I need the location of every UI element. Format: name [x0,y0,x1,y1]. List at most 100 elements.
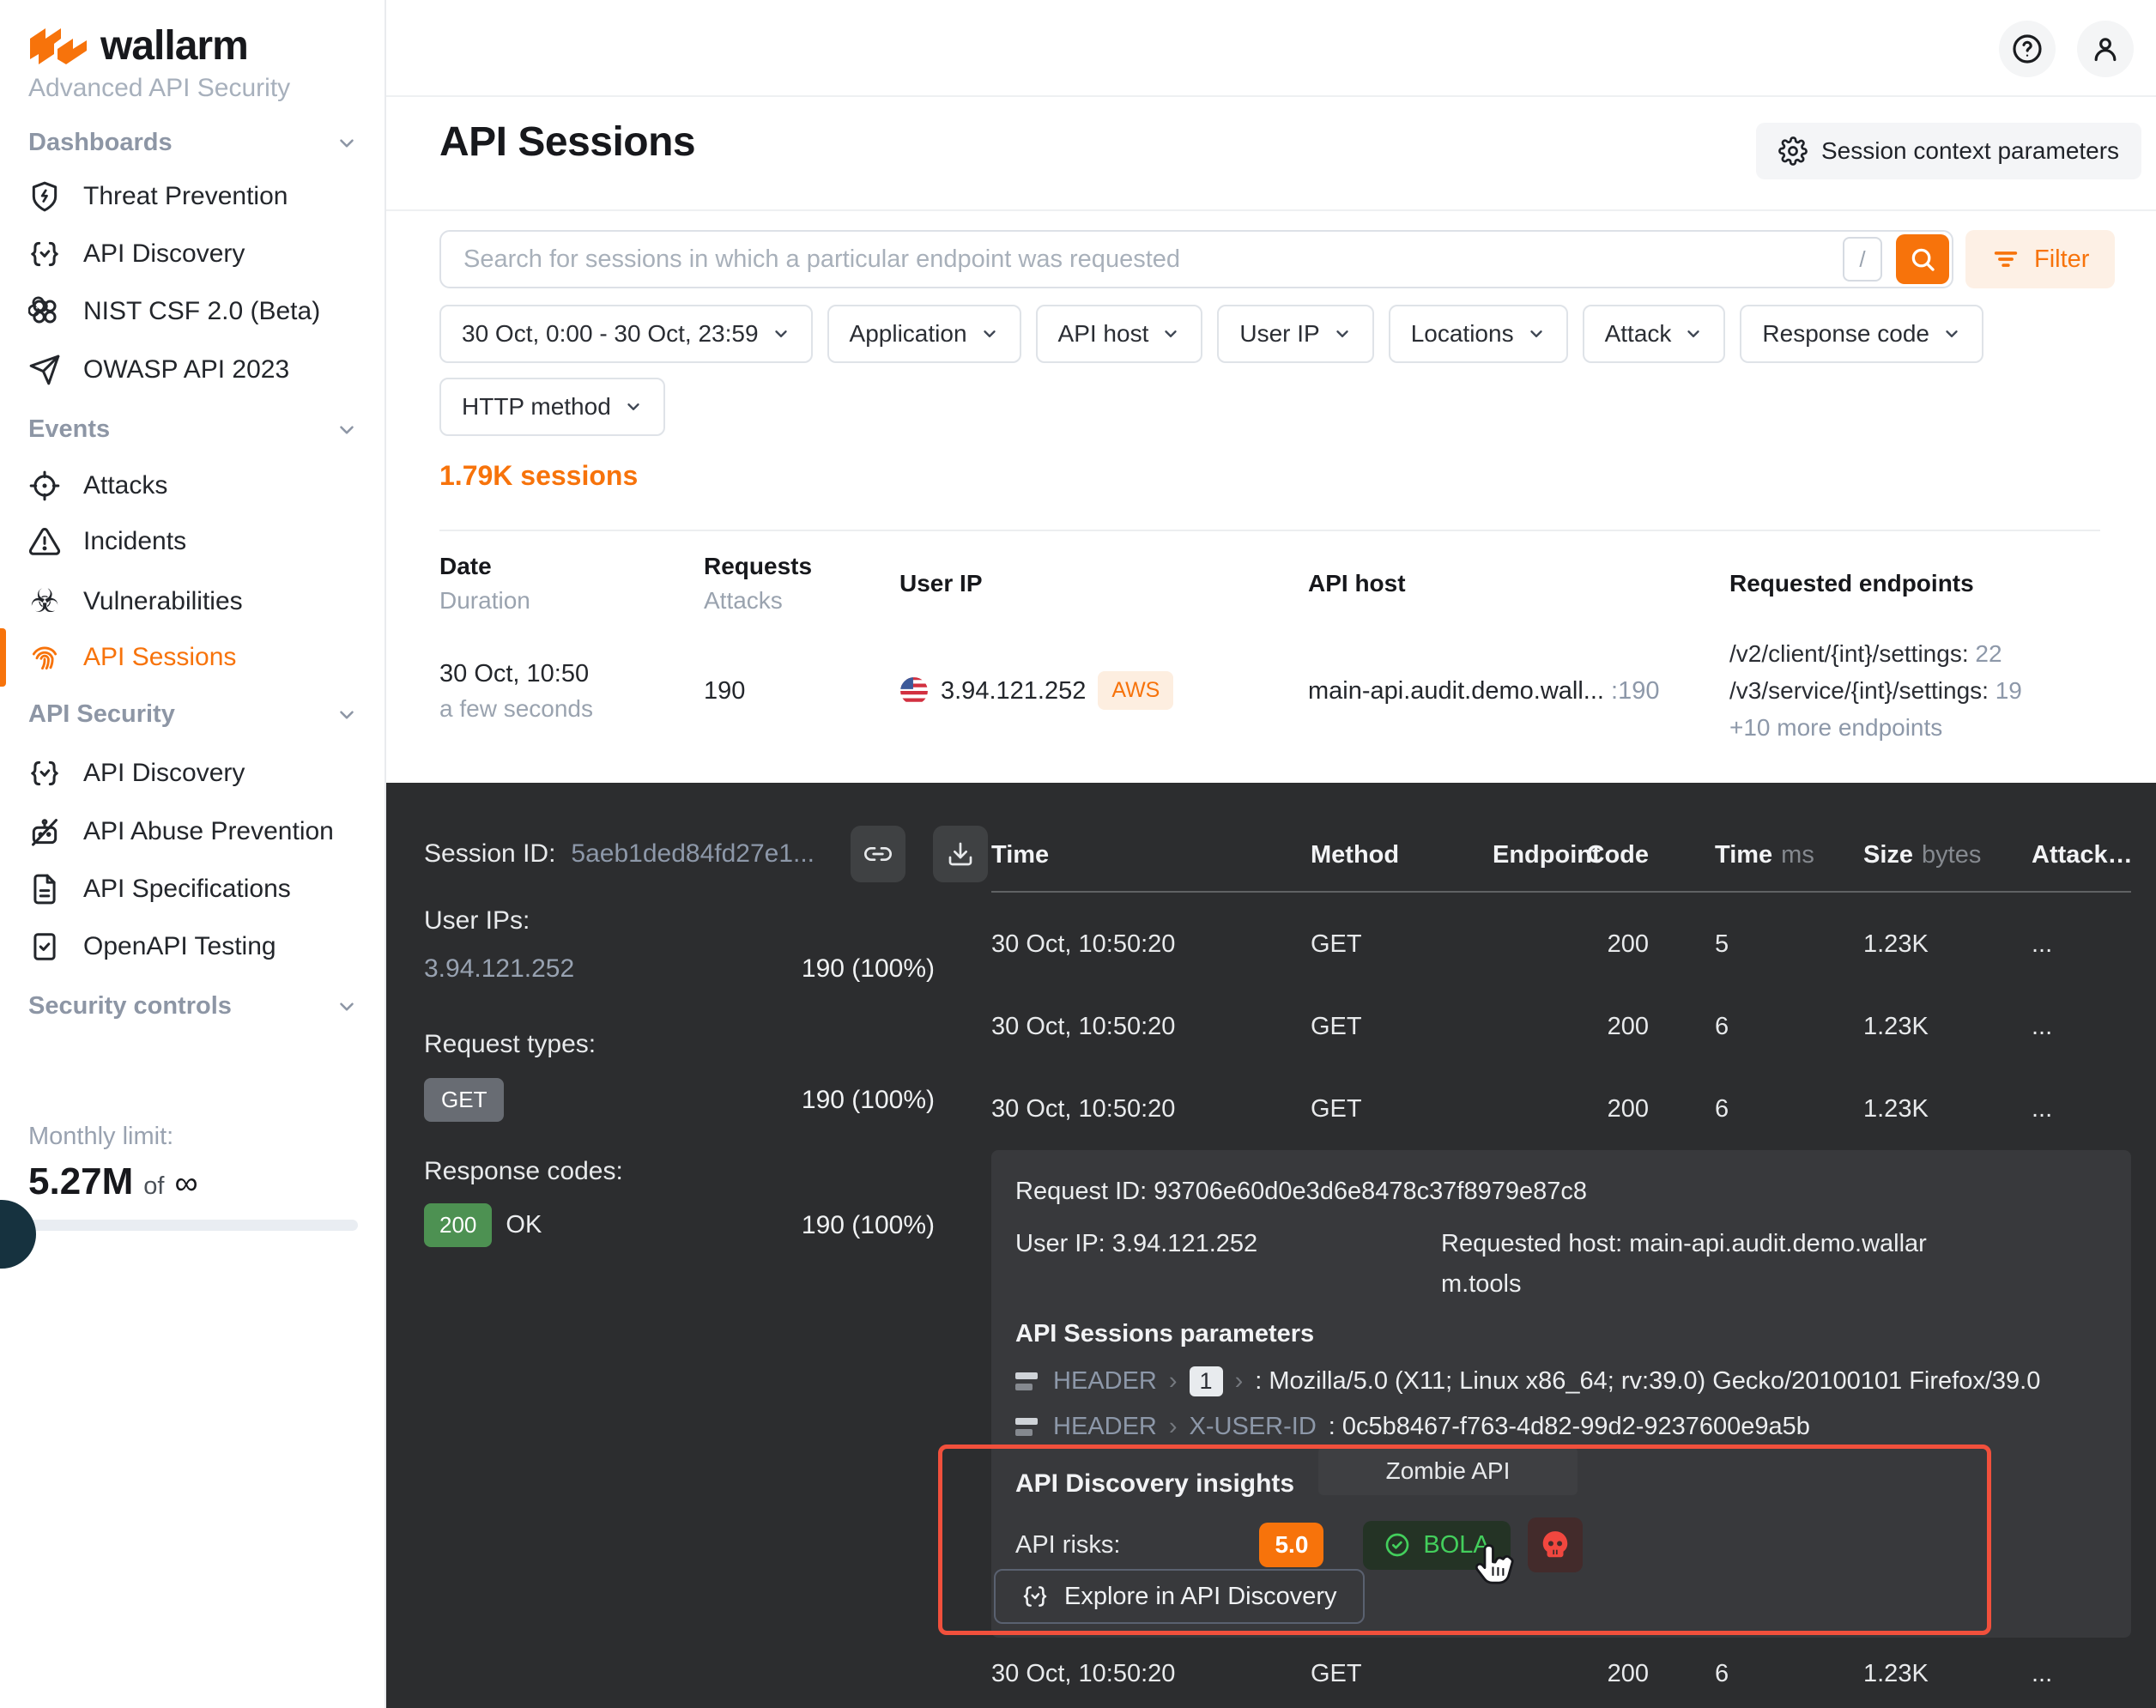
button-label: Explore in API Discovery [1064,1582,1337,1610]
brand-subtitle: Advanced API Security [28,74,291,102]
sidebar-item-label: API Specifications [83,875,291,903]
filter-icon [1991,245,2020,274]
messenger-launcher-partial[interactable] [0,1200,36,1269]
page-title: API Sessions [439,119,696,165]
session-user-ip-cell: 3.94.121.252 AWS [899,671,1308,710]
filter-chips-row-1: 30 Oct, 0:00 - 30 Oct, 23:59 Application… [439,305,1983,363]
monthly-limit-value: 5.27M of ∞ [28,1160,198,1202]
api-sessions-parameters-title: API Sessions parameters [1015,1320,1315,1348]
help-button[interactable] [1999,21,2056,77]
request-row[interactable]: 30 Oct, 10:50:20 GET 200 6 1.23K ... [991,1013,2131,1041]
sidebar-item-api-discovery-2[interactable]: API Discovery [28,748,245,798]
col-method: Method [1311,841,1400,869]
monthly-limit-progressbar [28,1220,358,1231]
us-flag-icon [899,676,929,706]
column-date[interactable]: Date Duration [439,549,704,618]
question-circle-icon [2010,32,2044,66]
filter-chip-api-host[interactable]: API host [1035,305,1203,363]
sidebar-item-label: API Sessions [83,643,237,671]
filter-chip-user-ip[interactable]: User IP [1217,305,1374,363]
filter-chip-http-method[interactable]: HTTP method [439,378,665,436]
sidebar-item-label: OWASP API 2023 [83,355,290,384]
braces-check-icon [28,238,61,270]
filter-chip-attack[interactable]: Attack [1582,305,1726,363]
user-ip-stat: 190 (100%) [801,954,935,983]
sidebar-item-nist-csf[interactable]: NIST CSF 2.0 (Beta) [28,287,320,336]
session-context-parameters-button[interactable]: Session context parameters [1756,123,2142,179]
filter-chip-response-code[interactable]: Response code [1740,305,1983,363]
panel-user-ip[interactable]: 3.94.121.252 [424,954,574,984]
column-user-ip[interactable]: User IP [899,549,1308,618]
sidebar-item-api-specifications[interactable]: API Specifications [28,864,291,914]
link-icon [864,840,892,868]
sidebar-item-api-abuse-prevention[interactable]: API Abuse Prevention [28,807,334,857]
status-text: OK [506,1211,542,1239]
sidebar-item-api-sessions[interactable]: API Sessions [28,633,236,682]
zombie-api-risk-button[interactable] [1527,1517,1583,1572]
copy-link-button[interactable] [851,826,906,882]
warning-triangle-icon [28,525,61,558]
sidebar-item-threat-prevention[interactable]: Threat Prevention [28,172,288,221]
session-id-value: 5aeb1ded84fd27e1... [571,839,815,868]
sidebar-item-api-discovery[interactable]: API Discovery [28,229,245,279]
request-types-label: Request types: [424,1030,597,1058]
paper-plane-icon [28,354,61,386]
sidebar-item-vulnerabilities[interactable]: ☣ Vulnerabilities [28,577,243,627]
param-index-badge: 1 [1189,1366,1223,1396]
column-api-host[interactable]: API host [1308,549,1729,618]
filter-chip-locations[interactable]: Locations [1388,305,1568,363]
search-input[interactable] [441,245,1843,274]
sidebar-section-dashboards[interactable]: Dashboards [28,129,358,157]
request-detail-columns: User IP: 3.94.121.252 Requested host: ma… [1015,1224,2107,1305]
sidebar-item-label: API Abuse Prevention [83,817,334,845]
method-get-badge: GET [424,1078,505,1122]
sidebar-item-label: API Discovery [83,759,245,787]
filter-button[interactable]: Filter [1965,230,2116,288]
sidebar-item-incidents[interactable]: Incidents [28,517,186,566]
request-row[interactable]: 30 Oct, 10:50:20 GET 200 5 1.23K ... [991,930,2131,959]
user-ips-label: User IPs: [424,906,530,935]
sidebar-section-security-controls[interactable]: Security controls [28,992,358,1021]
column-requested-endpoints[interactable]: Requested endpoints [1729,549,2100,618]
search-button[interactable] [1896,234,1949,284]
user-ip-stat-row: 3.94.121.252 190 (100%) [424,954,935,984]
filter-chip-application[interactable]: Application [827,305,1021,363]
more-endpoints-link[interactable]: +10 more endpoints [1729,709,2100,746]
download-session-button[interactable] [933,826,989,882]
sidebar-item-owasp-api[interactable]: OWASP API 2023 [28,345,289,395]
aws-tag: AWS [1098,671,1174,710]
sidebar-section-events[interactable]: Events [28,415,358,444]
filter-chip-date-range[interactable]: 30 Oct, 0:00 - 30 Oct, 23:59 [439,305,813,363]
explore-in-api-discovery-button[interactable]: Explore in API Discovery [994,1569,1365,1624]
response-code-group: 200 OK [424,1203,542,1247]
table-divider [991,891,2131,893]
check-circle-icon [1384,1531,1411,1559]
slash-shortcut-key: / [1843,237,1882,282]
parameter-row: HEADER › X-USER-ID : 0c5b8467-f763-4d82-… [1015,1413,1810,1441]
sidebar-item-attacks[interactable]: Attacks [28,461,167,511]
col-endpoint: Endpoint [1493,841,1601,869]
request-row[interactable]: 30 Oct, 10:50:20 GET 200 6 1.23K ... [991,1660,2131,1688]
parameter-row: HEADER › 1 › : Mozilla/5.0 (X11; Linux x… [1015,1366,2040,1396]
column-requests[interactable]: Requests Attacks [704,549,899,618]
sidebar-section-api-security[interactable]: API Security [28,700,358,729]
crosshair-icon [28,469,61,502]
nist-clover-icon [28,295,61,328]
brand-logo[interactable]: wallarm [28,22,249,70]
request-type-stat: 190 (100%) [801,1085,935,1114]
braces-check-icon [28,757,61,790]
sidebar-item-openapi-testing[interactable]: OpenAPI Testing [28,922,276,972]
shield-bolt-icon [28,180,61,213]
session-date-cell: 30 Oct, 10:50 a few seconds [439,659,593,722]
response-codes-label: Response codes: [424,1157,623,1185]
user-menu-button[interactable] [2077,21,2134,77]
sidebar-item-label: NIST CSF 2.0 (Beta) [83,297,321,325]
session-endpoints-cell: /v2/client/{int}/settings: 22 /v3/servic… [1729,635,2100,746]
session-row[interactable]: 30 Oct, 10:50 a few seconds 190 3.94.121… [439,635,2100,746]
search-bar: / [439,230,1953,288]
request-type-stat-row: GET 190 (100%) [424,1078,935,1122]
session-id-row: Session ID: 5aeb1ded84fd27e1... [424,826,989,882]
infinity-symbol: ∞ [174,1166,198,1202]
chevron-down-icon [336,132,358,154]
request-row[interactable]: 30 Oct, 10:50:20 GET 200 6 1.23K ... [991,1095,2131,1124]
